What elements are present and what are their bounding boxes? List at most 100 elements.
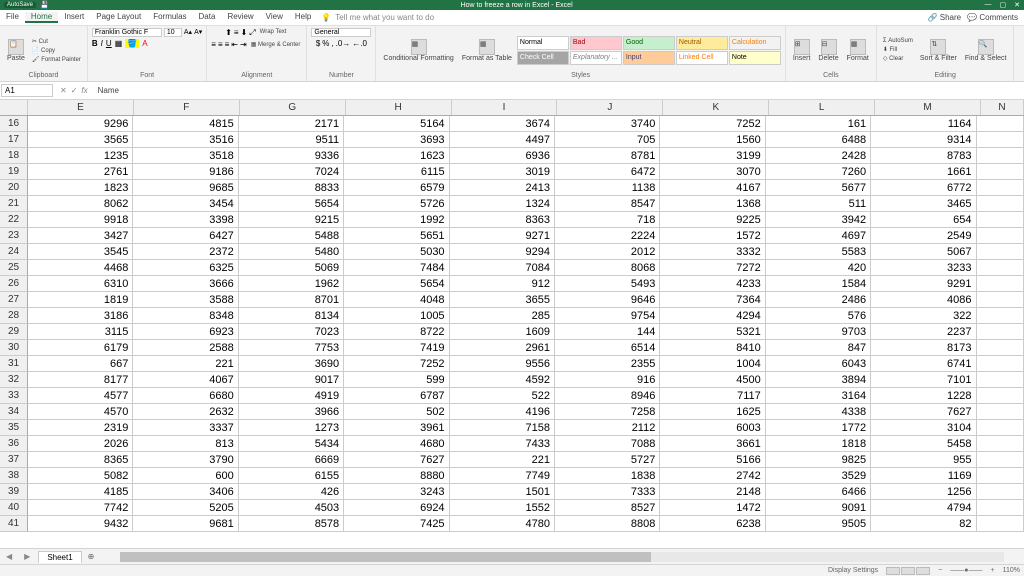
row-header[interactable]: 20 bbox=[0, 180, 28, 196]
column-header[interactable]: K bbox=[663, 100, 769, 115]
row-header[interactable]: 39 bbox=[0, 484, 28, 500]
sort-filter-button[interactable]: ⇅Sort & Filter bbox=[917, 38, 960, 63]
cell[interactable] bbox=[977, 356, 1024, 371]
row-header[interactable]: 33 bbox=[0, 388, 28, 404]
cell[interactable]: 5651 bbox=[344, 228, 449, 243]
tell-me[interactable]: Tell me what you want to do bbox=[335, 13, 434, 22]
cancel-formula-icon[interactable]: ✕ bbox=[60, 86, 67, 95]
cell[interactable]: 9271 bbox=[450, 228, 555, 243]
style-note[interactable]: Note bbox=[729, 51, 781, 65]
cell[interactable]: 1169 bbox=[871, 468, 976, 483]
cell[interactable]: 5488 bbox=[239, 228, 344, 243]
cell[interactable]: 9505 bbox=[766, 516, 871, 531]
decrease-decimal-icon[interactable]: ←.0 bbox=[352, 39, 367, 48]
cell[interactable]: 4500 bbox=[660, 372, 765, 387]
cell[interactable]: 718 bbox=[555, 212, 660, 227]
cell[interactable]: 916 bbox=[555, 372, 660, 387]
cell[interactable]: 3588 bbox=[133, 292, 238, 307]
insert-button[interactable]: ⊞Insert bbox=[790, 38, 814, 63]
cell[interactable]: 6043 bbox=[766, 356, 871, 371]
cell[interactable]: 8701 bbox=[239, 292, 344, 307]
cell[interactable]: 3337 bbox=[133, 420, 238, 435]
cell[interactable]: 4592 bbox=[450, 372, 555, 387]
underline-button[interactable]: U bbox=[106, 39, 112, 48]
cell[interactable]: 3674 bbox=[450, 116, 555, 131]
cell[interactable]: 4919 bbox=[239, 388, 344, 403]
row-header[interactable]: 40 bbox=[0, 500, 28, 516]
cell[interactable]: 5321 bbox=[660, 324, 765, 339]
row-header[interactable]: 24 bbox=[0, 244, 28, 260]
cell[interactable]: 4067 bbox=[133, 372, 238, 387]
cell[interactable]: 3233 bbox=[871, 260, 976, 275]
align-center-icon[interactable]: ≡ bbox=[218, 40, 223, 49]
cell[interactable]: 1164 bbox=[871, 116, 976, 131]
cell[interactable] bbox=[977, 180, 1024, 195]
cell[interactable]: 7088 bbox=[555, 436, 660, 451]
close-icon[interactable]: ✕ bbox=[1014, 1, 1020, 9]
cell[interactable]: 9186 bbox=[133, 164, 238, 179]
cell[interactable]: 6936 bbox=[450, 148, 555, 163]
select-all-corner[interactable] bbox=[0, 100, 28, 115]
cell[interactable]: 6238 bbox=[660, 516, 765, 531]
cell[interactable]: 9703 bbox=[766, 324, 871, 339]
cell[interactable]: 4167 bbox=[660, 180, 765, 195]
cell[interactable]: 1273 bbox=[239, 420, 344, 435]
cell[interactable]: 5654 bbox=[344, 276, 449, 291]
cell[interactable]: 8348 bbox=[133, 308, 238, 323]
tab-help[interactable]: Help bbox=[289, 12, 317, 23]
cell[interactable]: 2549 bbox=[871, 228, 976, 243]
cell[interactable]: 5067 bbox=[871, 244, 976, 259]
cell[interactable]: 847 bbox=[766, 340, 871, 355]
cell[interactable]: 9314 bbox=[871, 132, 976, 147]
cell[interactable]: 576 bbox=[766, 308, 871, 323]
cell[interactable]: 6680 bbox=[133, 388, 238, 403]
column-header[interactable]: M bbox=[875, 100, 981, 115]
cell[interactable] bbox=[977, 484, 1024, 499]
style-input[interactable]: Input bbox=[623, 51, 675, 65]
minimize-icon[interactable]: — bbox=[985, 1, 992, 9]
cell[interactable]: 3427 bbox=[28, 228, 133, 243]
paste-button[interactable]: 📋Paste bbox=[4, 38, 28, 63]
cell[interactable]: 3661 bbox=[660, 436, 765, 451]
cell[interactable]: 1501 bbox=[450, 484, 555, 499]
cell[interactable] bbox=[977, 516, 1024, 531]
zoom-in-icon[interactable]: + bbox=[991, 567, 995, 574]
cell[interactable]: 9556 bbox=[450, 356, 555, 371]
row-header[interactable]: 19 bbox=[0, 164, 28, 180]
cell[interactable]: 7023 bbox=[239, 324, 344, 339]
cell[interactable]: 3966 bbox=[239, 404, 344, 419]
cell[interactable]: 9296 bbox=[28, 116, 133, 131]
style-bad[interactable]: Bad bbox=[570, 36, 622, 50]
cell[interactable]: 7258 bbox=[555, 404, 660, 419]
cell[interactable]: 6115 bbox=[344, 164, 449, 179]
font-name-select[interactable]: Franklin Gothic F bbox=[92, 28, 162, 37]
cell[interactable]: 8946 bbox=[555, 388, 660, 403]
column-header[interactable]: N bbox=[981, 100, 1024, 115]
column-header[interactable]: H bbox=[346, 100, 452, 115]
cell[interactable]: 1235 bbox=[28, 148, 133, 163]
cell[interactable]: 3565 bbox=[28, 132, 133, 147]
cell[interactable]: 4815 bbox=[133, 116, 238, 131]
cell[interactable]: 1572 bbox=[660, 228, 765, 243]
increase-indent-icon[interactable]: ⇥ bbox=[240, 40, 247, 49]
cell[interactable]: 3666 bbox=[133, 276, 238, 291]
row-header[interactable]: 22 bbox=[0, 212, 28, 228]
cell[interactable]: 2372 bbox=[133, 244, 238, 259]
align-middle-icon[interactable]: ≡ bbox=[234, 28, 239, 38]
cell[interactable]: 4697 bbox=[766, 228, 871, 243]
cell[interactable]: 705 bbox=[555, 132, 660, 147]
cell[interactable]: 8781 bbox=[555, 148, 660, 163]
cell[interactable]: 2224 bbox=[555, 228, 660, 243]
cell[interactable]: 5726 bbox=[344, 196, 449, 211]
row-header[interactable]: 27 bbox=[0, 292, 28, 308]
row-header[interactable]: 29 bbox=[0, 324, 28, 340]
cell[interactable]: 3454 bbox=[133, 196, 238, 211]
cell[interactable]: 5164 bbox=[344, 116, 449, 131]
save-icon[interactable]: 💾 bbox=[40, 1, 49, 9]
cell[interactable]: 3518 bbox=[133, 148, 238, 163]
row-header[interactable]: 18 bbox=[0, 148, 28, 164]
cell[interactable]: 1625 bbox=[660, 404, 765, 419]
cell[interactable] bbox=[977, 276, 1024, 291]
cell[interactable]: 7419 bbox=[344, 340, 449, 355]
row-header[interactable]: 34 bbox=[0, 404, 28, 420]
